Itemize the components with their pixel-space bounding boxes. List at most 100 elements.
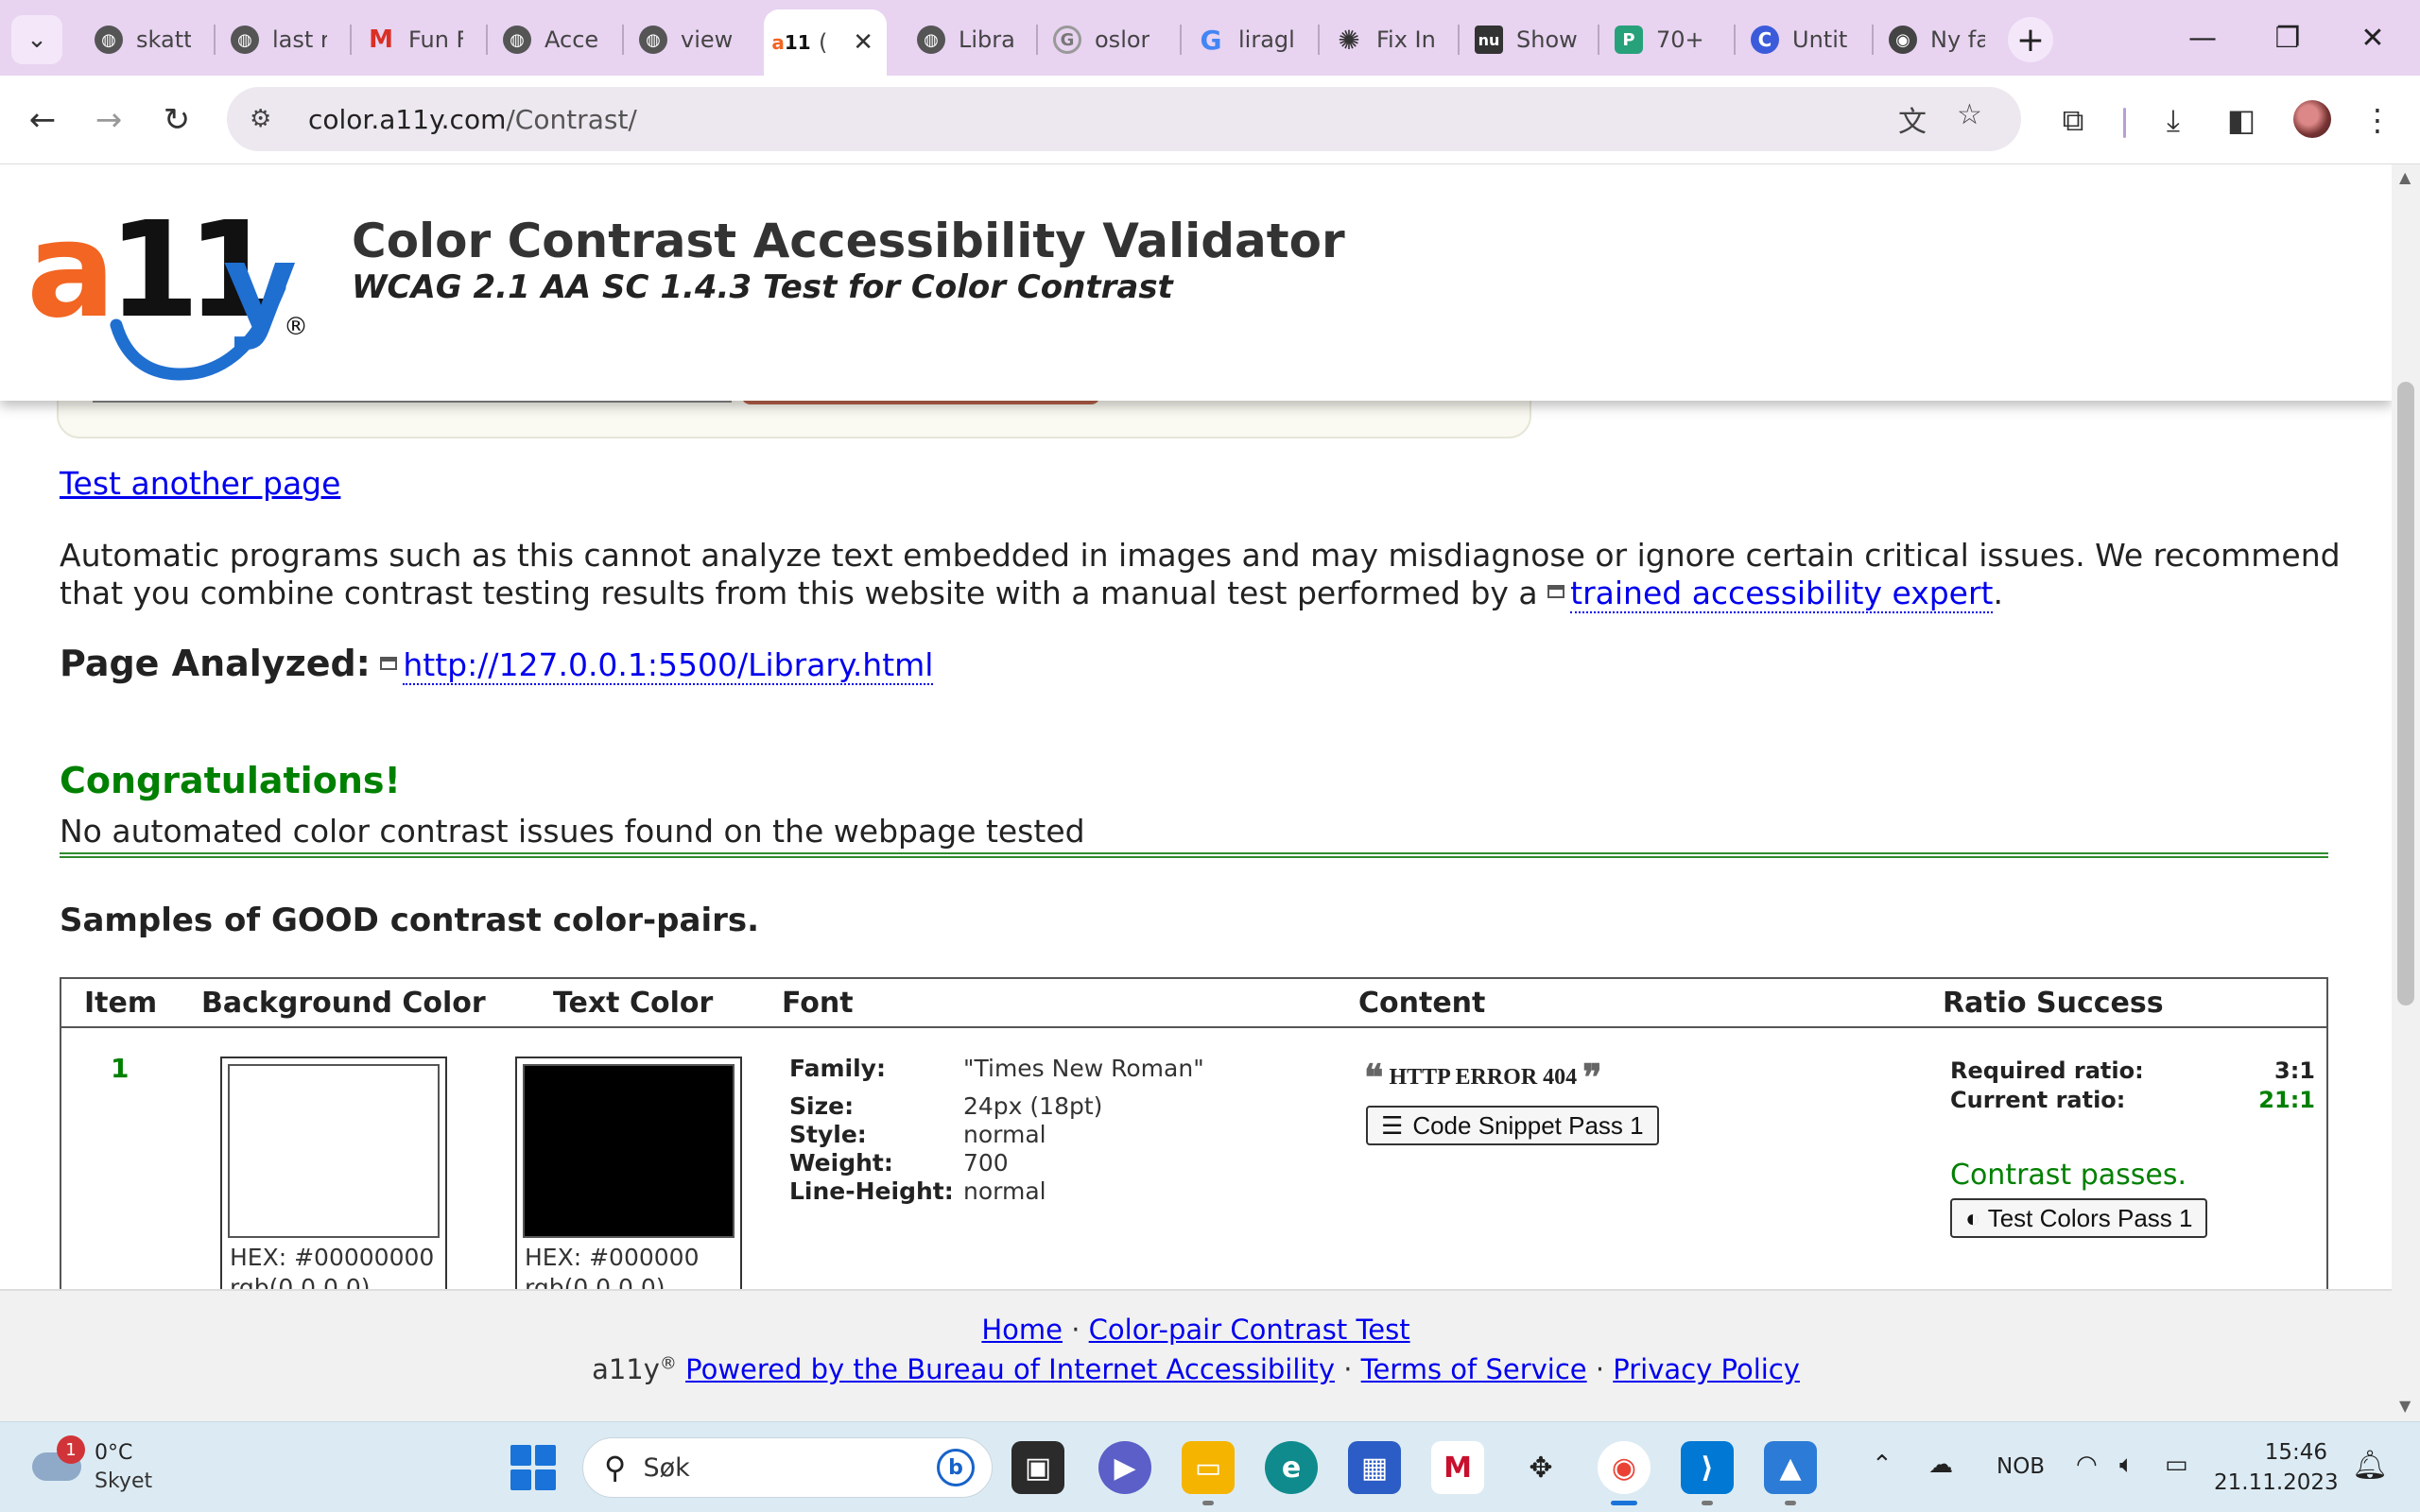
store-icon[interactable]: ▦ [1348, 1441, 1401, 1494]
mcafee-icon[interactable]: M [1431, 1441, 1484, 1494]
notification-bell-icon[interactable]: 🔔︎ [2352, 1449, 2388, 1482]
trained-expert-link[interactable]: trained accessibility expert [1570, 575, 1994, 613]
scroll-up-icon[interactable]: ▲ [2399, 168, 2411, 186]
start-button[interactable] [510, 1445, 556, 1490]
results-table: Item Background Color Text Color Font Co… [60, 977, 2328, 1289]
photos-icon[interactable]: ▲ [1764, 1441, 1817, 1505]
weather-widget[interactable]: 1 0°C Skyet [28, 1435, 217, 1502]
tab[interactable]: ◍ view [626, 13, 758, 66]
close-icon[interactable]: ✕ [853, 28, 873, 57]
tab[interactable]: ◉ Ny fa [1876, 13, 1998, 66]
volume-icon[interactable]: 🔈︎ [2119, 1451, 2135, 1480]
vscode-icon[interactable]: ⟩ [1681, 1441, 1734, 1505]
reload-button[interactable]: ↻ [153, 96, 200, 144]
a11y-logo[interactable]: a 11 y ® [26, 183, 310, 382]
page-analyzed: Page Analyzed: http://127.0.0.1:5500/Lib… [60, 643, 934, 685]
edge-icon[interactable]: e [1265, 1441, 1318, 1494]
wifi-icon[interactable]: ◠ [2076, 1451, 2098, 1479]
header-item: Item [84, 987, 158, 1020]
bing-icon[interactable]: b [937, 1449, 975, 1486]
background-rgb: rgb(0,0,0,0) [230, 1274, 371, 1289]
tab[interactable]: ◍ skatt [81, 13, 204, 66]
ratio-details: Required ratio: 3:1 Current ratio: 21:1 [1950, 1057, 2315, 1113]
gmail-icon: M [369, 26, 393, 54]
contrast-icon: ◐ [1965, 1203, 1980, 1232]
plus-icon: + [2015, 20, 2046, 60]
tab-separator [1318, 25, 1320, 55]
tab-search-button[interactable]: ⌄ [11, 15, 62, 64]
stack-icon: nu [1475, 26, 1503, 54]
side-panel-icon[interactable]: ◧ [2218, 96, 2265, 144]
dropbox-icon[interactable]: ✥ [1514, 1441, 1567, 1494]
globe-icon: ◍ [231, 26, 259, 54]
tab[interactable]: P 70+ [1601, 13, 1724, 66]
notification-badge: 1 [57, 1435, 85, 1464]
table-header: Item Background Color Text Color Font Co… [61, 979, 2326, 1028]
tab[interactable]: M Fun F [354, 13, 476, 66]
tab[interactable]: nu Show [1461, 13, 1594, 66]
weather-temp: 0°C [95, 1441, 133, 1465]
close-window-button[interactable]: ✕ [2335, 13, 2411, 62]
more-menu-icon[interactable]: ⋮ [2354, 96, 2401, 144]
scroll-down-icon[interactable]: ▼ [2399, 1397, 2411, 1415]
language-indicator[interactable]: NOB [1996, 1454, 2045, 1479]
new-tab-button[interactable]: + [2008, 17, 2053, 62]
a11y-icon: a 11 [771, 31, 811, 54]
tab[interactable]: Goslor [1040, 13, 1172, 66]
tab[interactable]: Gliragl [1184, 13, 1316, 66]
tab-separator [1180, 25, 1182, 55]
taskbar-search[interactable]: ⚲ Søk b [582, 1437, 993, 1498]
restore-button[interactable]: ❐ [2250, 13, 2325, 62]
divider [60, 852, 2328, 858]
site-info-icon[interactable]: ⚙ [250, 105, 287, 133]
footer-colorpair-link[interactable]: Color-pair Contrast Test [1089, 1314, 1410, 1346]
close-quote-icon: ❞ [1582, 1058, 1602, 1098]
tab[interactable]: ◍ Acce [490, 13, 613, 66]
scroll-thumb[interactable] [2397, 382, 2414, 1005]
taskbar: 1 0°C Skyet ⚲ Søk b ▣ ▶ ▭ e ▦ M ✥ ◉ ⟩ ▲ … [0, 1421, 2420, 1512]
minimize-button[interactable]: — [2165, 13, 2240, 62]
globe-icon: ◍ [95, 26, 123, 54]
tab[interactable]: ◍ last r [217, 13, 340, 66]
battery-icon[interactable]: ▭ [2165, 1451, 2188, 1479]
content-sample: ❝ HTTP ERROR 404 ❞ [1364, 1058, 1602, 1098]
site-header: a 11 y ® Color Contrast Accessibility Va… [0, 164, 2392, 401]
tab-active[interactable]: a 11( ✕ [764, 9, 887, 76]
new-window-icon [1547, 584, 1565, 598]
footer-privacy-link[interactable]: Privacy Policy [1613, 1353, 1800, 1385]
back-button[interactable]: ← [19, 96, 66, 144]
clock[interactable]: 15:46 21.11.2023 [2214, 1437, 2339, 1498]
page-scrollbar[interactable]: ▲ ▼ [2392, 164, 2420, 1421]
tab[interactable]: ◍ Libra [904, 13, 1027, 66]
task-view-icon[interactable]: ▣ [1011, 1441, 1064, 1494]
download-icon[interactable]: ⤓ [2150, 96, 2197, 144]
url-text[interactable]: color.a11y.com/Contrast/ [308, 104, 637, 135]
tab-separator [350, 25, 352, 55]
file-explorer-icon[interactable]: ▭ [1182, 1441, 1235, 1505]
forward-button[interactable]: → [85, 96, 132, 144]
address-bar[interactable]: ⚙ color.a11y.com/Contrast/ 文 ☆ [227, 87, 2021, 151]
page-title: Color Contrast Accessibility Validator [352, 214, 1345, 268]
test-colors-button[interactable]: ◐ Test Colors Pass 1 [1950, 1198, 2208, 1238]
tab[interactable]: C Untit [1737, 13, 1870, 66]
test-another-link[interactable]: Test another page [60, 465, 340, 502]
code-snippet-button[interactable]: ☰ Code Snippet Pass 1 [1366, 1106, 1659, 1145]
profile-avatar[interactable] [2293, 100, 2331, 138]
tab[interactable]: ✺ Fix In [1322, 13, 1454, 66]
translate-icon[interactable]: 文 [1898, 98, 1927, 140]
text-color-chip [523, 1064, 735, 1238]
teams-icon[interactable]: ▶ [1098, 1441, 1151, 1494]
footer-home-link[interactable]: Home [981, 1314, 1063, 1346]
chrome-icon[interactable]: ◉ [1598, 1441, 1651, 1505]
chevron-up-icon[interactable]: ⌃ [1872, 1451, 1893, 1479]
extensions-icon[interactable]: ⧉ [2049, 96, 2097, 144]
bookmark-star-icon[interactable]: ☆ [1957, 98, 1982, 131]
chatgpt-icon: ✺ [1338, 24, 1360, 56]
footer-powered-link[interactable]: Powered by the Bureau of Internet Access… [685, 1353, 1335, 1385]
onedrive-icon[interactable]: ☁ [1928, 1451, 1953, 1479]
close-icon: ✕ [2360, 21, 2385, 55]
footer-tos-link[interactable]: Terms of Service [1361, 1353, 1587, 1385]
font-size-value: 24px (18pt) [963, 1092, 1103, 1120]
minimize-icon: — [2188, 21, 2217, 55]
analyzed-url-link[interactable]: http://127.0.0.1:5500/Library.html [403, 646, 934, 685]
